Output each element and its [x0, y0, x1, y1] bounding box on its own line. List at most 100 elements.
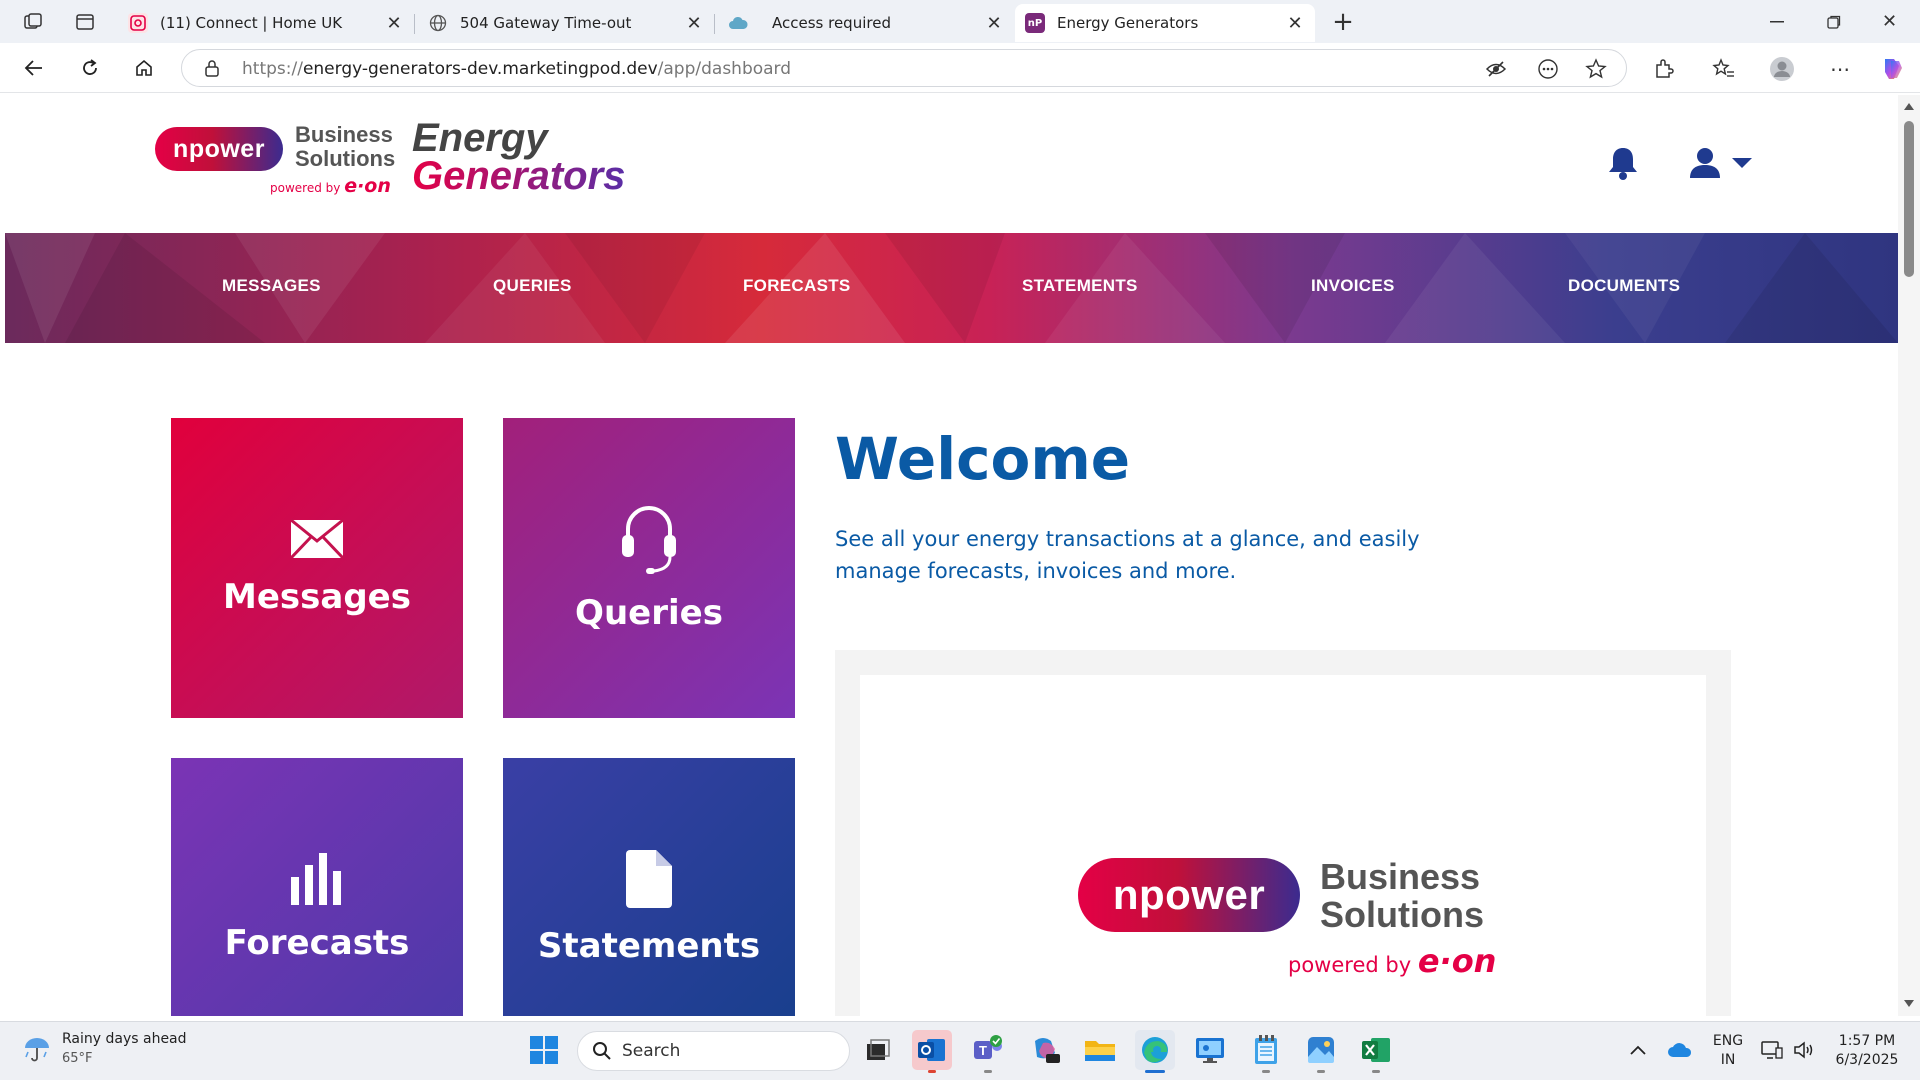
- browser-toolbar: https://energy-generators-dev.marketingp…: [0, 43, 1920, 93]
- workspaces-icon[interactable]: [18, 8, 48, 36]
- weather-temperature: 65°F: [62, 1051, 93, 1066]
- start-button[interactable]: [524, 1030, 564, 1070]
- brand-solutions: Solutions: [1320, 894, 1484, 935]
- region-code: IN: [1720, 1052, 1736, 1068]
- tile-queries[interactable]: Queries: [503, 418, 795, 718]
- welcome-description: See all your energy transactions at a gl…: [835, 527, 1420, 583]
- tab-gateway-timeout[interactable]: 504 Gateway Time-out ✕: [418, 4, 715, 42]
- restore-icon[interactable]: [1806, 0, 1861, 43]
- teams-app-icon[interactable]: T: [968, 1030, 1008, 1073]
- more-options-icon[interactable]: [1536, 57, 1560, 81]
- brand-business: Business: [295, 122, 393, 147]
- tile-label: Messages: [223, 577, 411, 617]
- nav-invoices[interactable]: INVOICES: [1311, 276, 1395, 296]
- eon-logo: e·on: [344, 175, 391, 197]
- nav-messages[interactable]: MESSAGES: [222, 276, 321, 296]
- main-navigation: MESSAGES QUERIES FORECASTS STATEMENTS IN…: [5, 233, 1898, 343]
- windows-logo-icon: [530, 1036, 558, 1064]
- globe-icon: [428, 13, 448, 33]
- powered-by-text: powered by: [270, 181, 341, 195]
- url-scheme: https://: [242, 59, 303, 79]
- extensions-icon[interactable]: [1650, 55, 1678, 83]
- np-icon: nP: [1025, 13, 1045, 33]
- taskbar-search[interactable]: Search: [577, 1031, 850, 1071]
- close-tab-icon[interactable]: ✕: [684, 13, 704, 34]
- excel-app-icon[interactable]: [1356, 1030, 1396, 1073]
- settings-menu-icon[interactable]: ⋯: [1826, 55, 1854, 83]
- address-bar[interactable]: https://energy-generators-dev.marketingp…: [181, 49, 1627, 87]
- page-scrollbar[interactable]: [1898, 95, 1920, 1016]
- active-indicator: [984, 1070, 992, 1073]
- remote-desktop-icon[interactable]: [1190, 1030, 1230, 1070]
- powered-by-eon: powered by e·on: [270, 175, 391, 197]
- powered-by-text: powered by: [1288, 953, 1412, 977]
- nav-forecasts[interactable]: FORECASTS: [743, 276, 851, 296]
- notepad-icon[interactable]: [1246, 1030, 1286, 1073]
- active-indicator: [1262, 1070, 1270, 1073]
- url-path: /app/dashboard: [657, 59, 792, 79]
- tile-statements[interactable]: Statements: [503, 758, 795, 1016]
- active-indicator: [1372, 1070, 1380, 1073]
- search-icon: [593, 1042, 611, 1060]
- tab-title: Access required: [772, 14, 891, 32]
- refresh-icon[interactable]: [72, 52, 108, 84]
- bar-chart-icon: [291, 853, 341, 905]
- eon-logo: e·on: [1417, 942, 1497, 980]
- document-icon: [626, 850, 672, 908]
- favorites-icon[interactable]: [1710, 55, 1738, 83]
- nav-queries[interactable]: QUERIES: [493, 276, 572, 296]
- lock-icon[interactable]: [204, 59, 220, 81]
- favorite-star-icon[interactable]: [1584, 57, 1608, 81]
- user-menu-button[interactable]: [1680, 143, 1760, 183]
- browser-tab-strip: (11) Connect | Home UK ✕ 504 Gateway Tim…: [0, 0, 1920, 43]
- outlook-app-icon[interactable]: [912, 1030, 952, 1073]
- product-name-line1: Energy: [412, 116, 548, 160]
- product-name-line2: Generators: [412, 154, 626, 198]
- home-icon[interactable]: [126, 52, 162, 84]
- minimize-icon[interactable]: [1749, 0, 1804, 43]
- network-icon[interactable]: [1754, 1030, 1790, 1070]
- scroll-up-icon[interactable]: [1903, 101, 1915, 111]
- copilot-icon[interactable]: [1878, 55, 1906, 83]
- page-viewport: npower Business Solutions powered by e·o…: [5, 95, 1898, 1016]
- photos-app-icon[interactable]: [1301, 1030, 1341, 1073]
- close-tab-icon[interactable]: ✕: [384, 13, 404, 34]
- energy-generators-logo[interactable]: npower Business Solutions powered by e·o…: [150, 116, 650, 219]
- tile-messages[interactable]: Messages: [171, 418, 463, 718]
- close-tab-icon[interactable]: ✕: [984, 13, 1004, 34]
- weather-title: Rainy days ahead: [62, 1031, 187, 1047]
- show-hidden-icons-chevron-icon[interactable]: [1618, 1030, 1658, 1070]
- clock[interactable]: 1:57 PM 6/3/2025: [1830, 1032, 1904, 1070]
- tab-access-required[interactable]: Access required ✕: [718, 4, 1014, 42]
- scroll-down-icon[interactable]: [1903, 999, 1915, 1009]
- back-icon[interactable]: [16, 52, 52, 84]
- url-text[interactable]: https://energy-generators-dev.marketingp…: [242, 59, 791, 79]
- notifications-bell-icon[interactable]: [1603, 143, 1643, 183]
- nav-documents[interactable]: DOCUMENTS: [1568, 276, 1680, 296]
- tab-connect-home[interactable]: (11) Connect | Home UK ✕: [118, 4, 415, 42]
- tab-energy-generators[interactable]: nP Energy Generators ✕: [1015, 4, 1315, 42]
- vertical-tabs-icon[interactable]: [70, 8, 100, 36]
- scrollbar-thumb[interactable]: [1904, 121, 1914, 277]
- tab-title: (11) Connect | Home UK: [160, 14, 343, 32]
- business-solutions-text: Business Solutions: [295, 123, 395, 171]
- profile-avatar-icon[interactable]: [1768, 55, 1796, 83]
- weather-widget[interactable]: Rainy days ahead 65°F: [22, 1030, 187, 1068]
- close-tab-icon[interactable]: ✕: [1285, 13, 1305, 34]
- task-view-icon[interactable]: [858, 1030, 898, 1070]
- edge-browser-icon[interactable]: [1135, 1030, 1175, 1073]
- close-window-icon[interactable]: ✕: [1862, 0, 1917, 43]
- volume-icon[interactable]: [1786, 1030, 1822, 1070]
- tracking-prevention-icon[interactable]: [1484, 57, 1508, 81]
- new-tab-icon[interactable]: +: [1328, 7, 1358, 37]
- nav-statements[interactable]: STATEMENTS: [1022, 276, 1138, 296]
- welcome-heading: Welcome: [835, 425, 1131, 493]
- onedrive-cloud-icon[interactable]: [1660, 1030, 1700, 1070]
- file-explorer-icon[interactable]: [1080, 1030, 1120, 1070]
- brand-business: Business: [1320, 856, 1481, 897]
- tile-label: Statements: [537, 926, 761, 966]
- m365-app-icon[interactable]: [1025, 1030, 1065, 1070]
- active-indicator: [1317, 1070, 1325, 1073]
- tile-forecasts[interactable]: Forecasts: [171, 758, 463, 1016]
- language-indicator[interactable]: ENG IN: [1708, 1032, 1748, 1070]
